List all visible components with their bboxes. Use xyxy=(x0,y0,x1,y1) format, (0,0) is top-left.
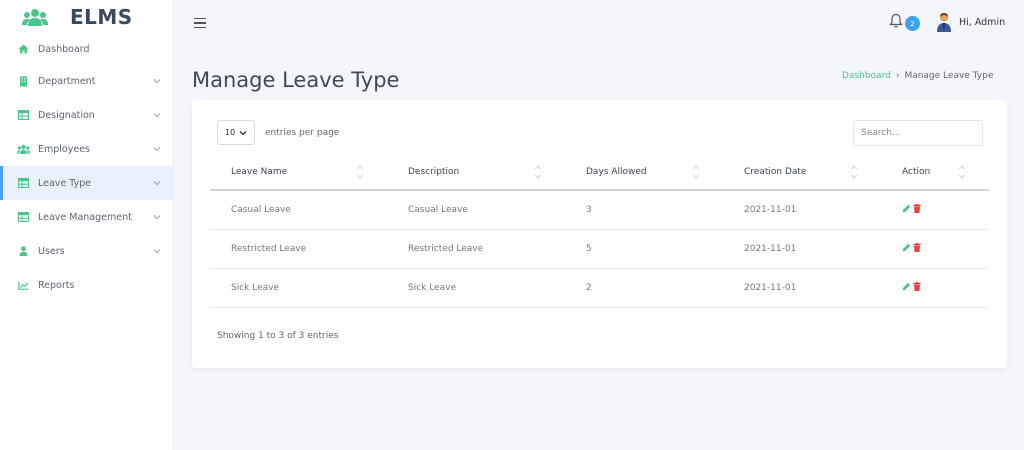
brand-name: ELMS xyxy=(70,5,133,29)
table-cell-action xyxy=(881,229,989,269)
sidebar-item-reports[interactable]: Reports xyxy=(0,268,173,302)
table-row: Restricted Leave Restricted Leave 5 2021-11… xyxy=(210,229,989,269)
column-header-label: Description xyxy=(408,167,460,177)
search-input[interactable] xyxy=(853,120,983,146)
page-length-value: 10 xyxy=(225,128,236,137)
sidebar-item-leave-type[interactable]: Leave Type xyxy=(0,166,173,200)
table-header-row: Leave Name Description Days Allowed Creatio… xyxy=(210,155,989,191)
delete-icon[interactable] xyxy=(913,242,921,252)
building-icon xyxy=(16,74,30,88)
chevron-down-icon xyxy=(239,130,247,135)
table-info: Showing 1 to 3 of 3 entries xyxy=(217,331,339,341)
table-cell: Restricted Leave xyxy=(210,229,387,269)
avatar[interactable] xyxy=(936,12,952,32)
table-cell: 2 xyxy=(565,268,723,308)
users-icon xyxy=(16,142,30,156)
sidebar-item-label: Dashboard xyxy=(38,43,90,55)
chevron-down-icon xyxy=(153,215,161,220)
column-header-days-allowed[interactable]: Days Allowed xyxy=(565,155,723,191)
sidebar-item-label: Employees xyxy=(38,143,90,155)
sidebar-item-leave-management[interactable]: Leave Management xyxy=(0,200,173,234)
sidebar-item-designation[interactable]: Designation xyxy=(0,98,173,132)
leave-type-table: Leave Name Description Days Allowed Creatio… xyxy=(210,155,989,308)
edit-icon[interactable] xyxy=(902,204,911,213)
brand[interactable]: ELMS xyxy=(0,0,173,34)
breadcrumb-separator: › xyxy=(895,71,900,81)
sidebar-item-dashboard[interactable]: Dashboard xyxy=(0,34,173,64)
breadcrumb-current: Manage Leave Type xyxy=(904,71,994,81)
column-header-creation-date[interactable]: Creation Date xyxy=(723,155,881,191)
sidebar-item-department[interactable]: Department xyxy=(0,64,173,98)
user-icon xyxy=(16,244,30,258)
chevron-down-icon xyxy=(153,181,161,186)
sort-icon xyxy=(693,165,699,179)
column-header-leave-name[interactable]: Leave Name xyxy=(210,155,387,191)
column-header-description[interactable]: Description xyxy=(387,155,565,191)
sort-icon xyxy=(851,165,857,179)
chevron-down-icon xyxy=(153,113,161,118)
column-header-label: Action xyxy=(902,167,931,177)
table-cell: Restricted Leave xyxy=(387,229,565,269)
table-cell: 5 xyxy=(565,229,723,269)
table-cell: Sick Leave xyxy=(387,268,565,308)
sidebar-item-label: Reports xyxy=(38,279,75,291)
chevron-down-icon xyxy=(153,147,161,152)
sidebar: ELMS Dashboard Department Designation Emplo… xyxy=(0,0,174,450)
page-title: Manage Leave Type xyxy=(192,68,400,92)
edit-icon[interactable] xyxy=(902,282,911,291)
table-cell: Casual Leave xyxy=(387,190,565,230)
delete-icon[interactable] xyxy=(913,203,921,213)
sidebar-item-label: Designation xyxy=(38,109,95,121)
breadcrumb-dashboard-link[interactable]: Dashboard xyxy=(842,71,891,81)
sidebar-item-label: Leave Management xyxy=(38,211,132,223)
table-cell: Sick Leave xyxy=(210,268,387,308)
table-row: Casual Leave Casual Leave 3 2021-11-01 xyxy=(210,190,989,230)
table-row: Sick Leave Sick Leave 2 2021-11-01 xyxy=(210,268,989,308)
sidebar-item-employees[interactable]: Employees xyxy=(0,132,173,166)
users-logo-icon xyxy=(22,9,48,26)
table-cell: Casual Leave xyxy=(210,190,387,230)
menu-toggle-icon[interactable] xyxy=(194,18,206,29)
sidebar-item-label: Department xyxy=(38,75,96,87)
sidebar-item-users[interactable]: Users xyxy=(0,234,173,268)
page-length-select[interactable]: 10 xyxy=(217,120,255,145)
sidebar-nav: Dashboard Department Designation Employees L… xyxy=(0,34,173,302)
sidebar-item-label: Users xyxy=(38,245,65,257)
column-header-action[interactable]: Action xyxy=(881,155,989,191)
table-icon xyxy=(16,108,30,122)
table-cell: 2021-11-01 xyxy=(723,190,881,230)
notification-badge: 2 xyxy=(905,16,920,31)
topbar: 2 Hi, Admin xyxy=(174,0,1024,48)
column-header-label: Days Allowed xyxy=(586,167,647,177)
entries-per-page-label: entries per page xyxy=(265,128,340,138)
table-cell: 2021-11-01 xyxy=(723,268,881,308)
sort-icon xyxy=(357,165,363,179)
table-cell-action xyxy=(881,190,989,230)
table-cell-action xyxy=(881,268,989,308)
chart-icon xyxy=(16,278,30,292)
sidebar-item-label: Leave Type xyxy=(38,177,92,189)
sort-icon xyxy=(959,165,965,179)
table-cell: 2021-11-01 xyxy=(723,229,881,269)
column-header-label: Leave Name xyxy=(231,167,288,177)
table-cell: 3 xyxy=(565,190,723,230)
edit-icon[interactable] xyxy=(902,243,911,252)
sort-icon xyxy=(535,165,541,179)
leave-type-card: 10 entries per page Leave Name Descriptio… xyxy=(192,100,1007,368)
breadcrumb: Dashboard › Manage Leave Type xyxy=(842,71,993,81)
table-icon xyxy=(16,210,30,224)
table-icon xyxy=(16,176,30,190)
bell-icon[interactable] xyxy=(888,13,904,29)
home-icon xyxy=(16,42,30,56)
user-greeting[interactable]: Hi, Admin xyxy=(959,17,1005,28)
delete-icon[interactable] xyxy=(913,281,921,291)
chevron-down-icon xyxy=(153,79,161,84)
column-header-label: Creation Date xyxy=(744,167,807,177)
chevron-down-icon xyxy=(153,249,161,254)
table-body: Casual Leave Casual Leave 3 2021-11-01 Restr… xyxy=(210,190,989,308)
